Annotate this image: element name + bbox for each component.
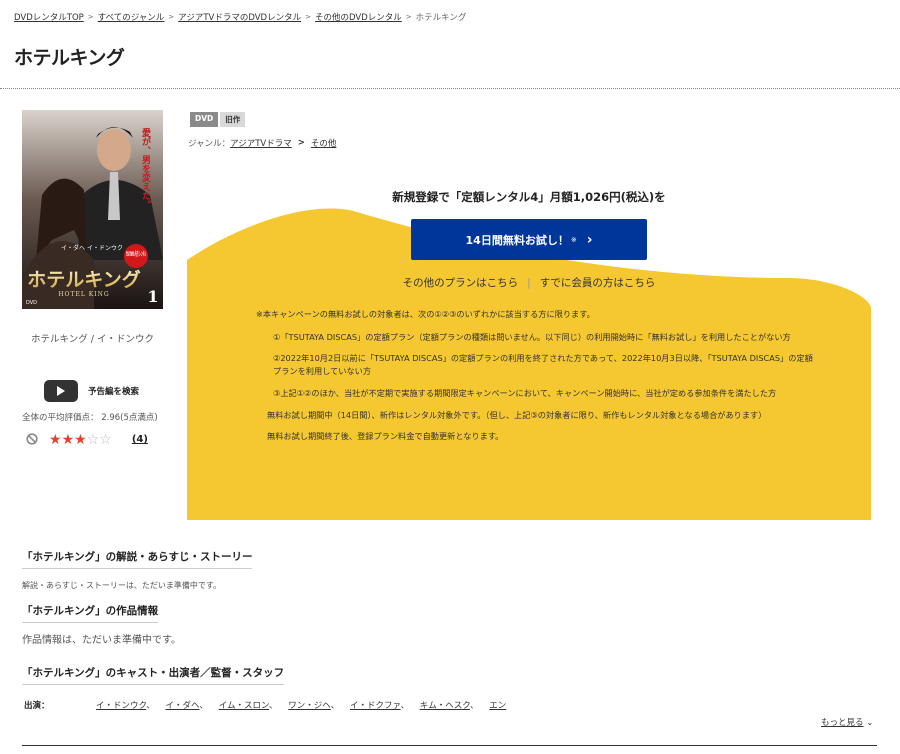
average-rating-label: 全体の平均評価点：	[22, 413, 99, 423]
chevron-right-icon: ›	[586, 231, 593, 248]
breadcrumb-link-all-genres[interactable]: すべてのジャンル	[98, 11, 165, 23]
terms-condition-1: ①「TSUTAYA DISCAS」の定額プラン（定額プランの種類は問いません。以…	[273, 331, 791, 342]
rating-row: ★★★☆☆ (4)	[26, 430, 148, 449]
jacket-logo-title: ホテルキング	[27, 268, 140, 291]
breadcrumb-separator: >	[87, 13, 94, 21]
genre-row: ジャンル： アジアTVドラマ > その他	[188, 137, 336, 149]
cast-link[interactable]: イ・ドンウク	[96, 701, 146, 711]
cast-link[interactable]: イム・スロン	[219, 701, 269, 711]
badge-dvd: DVD	[190, 112, 219, 127]
badge-old-release: 旧作	[220, 112, 246, 127]
title-divider	[0, 88, 900, 89]
breadcrumb-separator: >	[405, 13, 412, 21]
breadcrumb-separator: >	[305, 13, 311, 21]
breadcrumb-separator: >	[168, 13, 175, 21]
not-interested-icon[interactable]	[26, 430, 38, 449]
free-trial-note: ※	[570, 235, 577, 244]
trailer-search-button[interactable]: 予告編を検索	[44, 380, 139, 402]
trailer-label: 予告編を検索	[88, 387, 140, 397]
average-rating-value: 2.96(5点満点)	[101, 413, 158, 423]
members-link[interactable]: すでに会員の方はこちら	[540, 277, 656, 289]
cast-separator: 、	[269, 701, 278, 711]
cast-separator: 、	[400, 701, 410, 711]
chevron-down-icon: ⌄	[866, 718, 874, 728]
cast-heading: 「ホテルキング」のキャスト・出演者／監督・スタッフ	[22, 665, 285, 685]
star-filled-icon[interactable]: ★	[74, 432, 87, 448]
campaign-terms: ※本キャンペーンの無料お試しの対象者は、次の①②③のいずれかに該当する方に限りま…	[256, 308, 816, 452]
terms-intro: ※本キャンペーンの無料お試しの対象者は、次の①②③のいずれかに該当する方に限りま…	[256, 309, 595, 319]
cast-link[interactable]: ワン・ジヘ	[288, 701, 331, 711]
cast-separator: 、	[470, 701, 479, 711]
star-filled-icon[interactable]: ★	[62, 432, 75, 448]
cast-separator: 、	[330, 701, 340, 711]
terms-condition-3: ③上記①②のほか、当社が不定期で実施する期間限定キャンペーンにおいて、キャンペー…	[273, 387, 777, 398]
section-bottom-divider	[22, 745, 877, 746]
jacket-cast-names: イ・ダヘ イ・ドンウク	[61, 244, 123, 252]
page-title: ホテルキング	[14, 47, 125, 69]
breadcrumb-link-other[interactable]: その他のDVDレンタル	[315, 11, 402, 23]
promo-headline: 新規登録で「定額レンタル4」月額1,026円(税込)を	[392, 190, 666, 204]
cast-link[interactable]: イ・ドクファ	[350, 701, 401, 711]
genre-label: ジャンル：	[188, 139, 231, 149]
show-more-link[interactable]: もっと見る ⌄	[821, 716, 873, 728]
breadcrumb-link-top[interactable]: DVDレンタルTOP	[14, 11, 84, 23]
cast-link[interactable]: イ・ダヘ	[165, 701, 199, 711]
average-rating: 全体の平均評価点： 2.96(5点満点)	[22, 411, 158, 423]
genre-link-other[interactable]: その他	[311, 137, 337, 149]
story-heading: 「ホテルキング」の解説・あらすじ・ストーリー	[22, 549, 253, 569]
jacket-format: DVD	[26, 300, 37, 306]
work-info-heading: 「ホテルキング」の作品情報	[22, 603, 159, 623]
terms-condition-2: ②2022年10月2日以前に「TSUTAYA DISCAS」の定額プランの利用を…	[273, 353, 813, 377]
cast-link[interactable]: キム・ヘスク	[420, 701, 470, 711]
jacket-subtitle: ホテルキング / イ・ドンウク	[31, 334, 154, 345]
jacket-tagline: 愛が、男を変えた。	[140, 127, 151, 209]
show-more-label: もっと見る	[821, 718, 864, 728]
star-empty-icon[interactable]: ☆	[87, 432, 100, 448]
cast-separator: 、	[146, 701, 155, 711]
free-trial-label: 14日間無料お試し！	[465, 233, 569, 247]
jacket-logo-sub: HOTEL KING	[58, 291, 109, 298]
terms-note-auto-renew: 無料お試し期間終了後、登録プラン料金で自動更新となります。	[267, 431, 504, 442]
jacket-artwork: 愛が、男を変えた。 TSUTAYA 先行 レンタル イ・ダヘ イ・ドンウク ホテ…	[22, 110, 163, 309]
terms-note-new-releases: 無料お試し期間中（14日間）、新作はレンタル対象外です。（但し、上記③の対象者に…	[267, 409, 767, 420]
cast-label: 出演：	[24, 701, 50, 711]
star-rating[interactable]: ★★★☆☆	[49, 433, 112, 447]
review-count-link[interactable]: (4)	[132, 434, 148, 445]
breadcrumb-current: ホテルキング	[415, 13, 467, 23]
cast-link[interactable]: エン	[489, 701, 506, 711]
breadcrumb-link-asia-tv[interactable]: アジアTVドラマのDVDレンタル	[178, 11, 301, 23]
plan-links: その他のプランはこちら | すでに会員の方はこちら	[187, 275, 871, 290]
dvd-jacket-image[interactable]: 愛が、男を変えた。 TSUTAYA 先行 レンタル イ・ダヘ イ・ドンウク ホテ…	[22, 110, 163, 309]
genre-separator: >	[297, 138, 305, 148]
story-text: 解説・あらすじ・ストーリーは、ただいま準備中です。	[22, 581, 222, 590]
work-info-text: 作品情報は、ただいま準備中です。	[22, 635, 181, 646]
breadcrumb: DVDレンタルTOP > すべてのジャンル > アジアTVドラマのDVDレンタル…	[14, 11, 466, 23]
jacket-volume: 1	[147, 287, 158, 306]
format-badges: DVD 旧作	[190, 112, 246, 127]
genre-link-asia-tv[interactable]: アジアTVドラマ	[230, 137, 292, 149]
cast-list: イ・ドンウク、 イ・ダヘ、 イム・スロン、 ワン・ジヘ、 イ・ドクファ、 キム・…	[96, 699, 506, 711]
star-empty-icon[interactable]: ☆	[99, 432, 112, 448]
cast-separator: 、	[199, 701, 208, 711]
other-plans-link[interactable]: その他のプランはこちら	[403, 277, 519, 289]
plan-links-divider: |	[527, 277, 531, 289]
star-filled-icon[interactable]: ★	[49, 432, 62, 448]
free-trial-button[interactable]: 14日間無料お試し！ ※ ›	[411, 219, 647, 260]
play-icon	[44, 380, 78, 402]
jacket-badge-text: TSUTAYA 先行 レンタル	[126, 250, 146, 258]
